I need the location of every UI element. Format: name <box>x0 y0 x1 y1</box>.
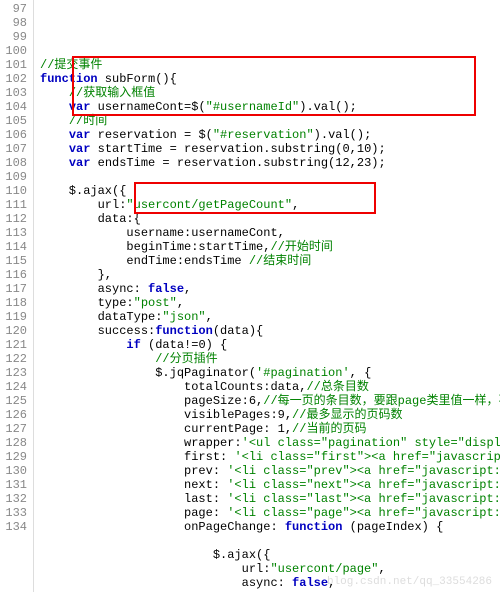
code-line: totalCounts:data,//总条目数 <box>40 380 500 394</box>
code-line: function subForm(){ <box>40 72 500 86</box>
line-number: 129 <box>4 450 27 464</box>
code-line: wrapper:'<ul class="pagination" style="d… <box>40 436 500 450</box>
code-line: //时间 <box>40 114 500 128</box>
code-line: var endsTime = reservation.substring(12,… <box>40 156 500 170</box>
code-line: pageSize:6,//每一页的条目数，要跟page类里值一样，不然显示的值对 <box>40 394 500 408</box>
line-number: 123 <box>4 366 27 380</box>
line-number: 125 <box>4 394 27 408</box>
code-editor: 9798991001011021031041051061071081091101… <box>0 0 500 592</box>
line-number: 102 <box>4 72 27 86</box>
line-number: 126 <box>4 408 27 422</box>
line-number: 128 <box>4 436 27 450</box>
code-line: }, <box>40 268 500 282</box>
line-number: 99 <box>4 30 27 44</box>
code-line: username:usernameCont, <box>40 226 500 240</box>
line-number: 130 <box>4 464 27 478</box>
code-line: async: false, <box>40 282 500 296</box>
line-number: 124 <box>4 380 27 394</box>
line-number: 133 <box>4 506 27 520</box>
code-line <box>40 170 500 184</box>
code-line: //提交事件 <box>40 58 500 72</box>
code-line: //分页插件 <box>40 352 500 366</box>
code-line: page: '<li class="page"><a href="javascr… <box>40 506 500 520</box>
line-number: 132 <box>4 492 27 506</box>
code-line: endTime:endsTime //结束时间 <box>40 254 500 268</box>
code-line: prev: '<li class="prev"><a href="javascr… <box>40 464 500 478</box>
code-line: //获取输入框值 <box>40 86 500 100</box>
code-line: var usernameCont=$("#usernameId").val(); <box>40 100 500 114</box>
line-number: 120 <box>4 324 27 338</box>
line-number: 108 <box>4 156 27 170</box>
line-number: 113 <box>4 226 27 240</box>
line-number: 112 <box>4 212 27 226</box>
code-line: var reservation = $("#reservation").val(… <box>40 128 500 142</box>
code-line: $.jqPaginator('#pagination', { <box>40 366 500 380</box>
line-number: 100 <box>4 44 27 58</box>
watermark: blog.csdn.net/qq_33554286 <box>327 576 492 588</box>
line-number: 115 <box>4 254 27 268</box>
line-number: 105 <box>4 114 27 128</box>
code-area: //提交事件function subForm(){ //获取输入框值 var u… <box>34 0 500 592</box>
code-line: next: '<li class="next"><a href="javascr… <box>40 478 500 492</box>
line-number: 109 <box>4 170 27 184</box>
line-number: 122 <box>4 352 27 366</box>
line-number: 111 <box>4 198 27 212</box>
line-number: 97 <box>4 2 27 16</box>
line-number: 116 <box>4 268 27 282</box>
line-number: 101 <box>4 58 27 72</box>
code-line: data:{ <box>40 212 500 226</box>
code-line: url:"usercont/getPageCount", <box>40 198 500 212</box>
line-number: 98 <box>4 16 27 30</box>
line-number: 117 <box>4 282 27 296</box>
line-number: 110 <box>4 184 27 198</box>
code-line: success:function(data){ <box>40 324 500 338</box>
code-line: onPageChange: function (pageIndex) { <box>40 520 500 534</box>
code-line: url:"usercont/page", <box>40 562 500 576</box>
code-line: currentPage: 1,//当前的页码 <box>40 422 500 436</box>
line-number: 103 <box>4 86 27 100</box>
line-number: 134 <box>4 520 27 534</box>
code-line: var startTime = reservation.substring(0,… <box>40 142 500 156</box>
code-line: dataType:"json", <box>40 310 500 324</box>
code-line: type:"post", <box>40 296 500 310</box>
line-number: 107 <box>4 142 27 156</box>
line-number-gutter: 9798991001011021031041051061071081091101… <box>0 0 34 592</box>
line-number: 127 <box>4 422 27 436</box>
code-line: beginTime:startTime,//开始时间 <box>40 240 500 254</box>
code-line: $.ajax({ <box>40 548 500 562</box>
line-number: 118 <box>4 296 27 310</box>
code-line: visiblePages:9,//最多显示的页码数 <box>40 408 500 422</box>
code-line: first: '<li class="first"><a href="javas… <box>40 450 500 464</box>
code-line: last: '<li class="last"><a href="javascr… <box>40 492 500 506</box>
line-number: 119 <box>4 310 27 324</box>
line-number: 106 <box>4 128 27 142</box>
code-line: if (data!=0) { <box>40 338 500 352</box>
line-number: 114 <box>4 240 27 254</box>
line-number: 121 <box>4 338 27 352</box>
line-number: 131 <box>4 478 27 492</box>
code-line: $.ajax({ <box>40 184 500 198</box>
line-number: 104 <box>4 100 27 114</box>
